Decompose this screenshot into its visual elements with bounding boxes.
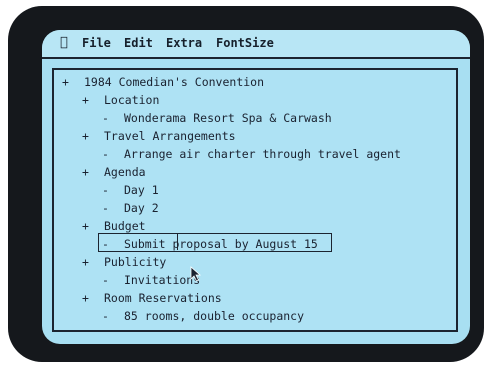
collapse-marker[interactable]: - — [102, 270, 124, 290]
outline-row-publicity[interactable]: + Publicity — [82, 252, 166, 272]
menu-fontsize[interactable]: FontSize — [216, 36, 274, 50]
menu-edit[interactable]: Edit — [124, 36, 153, 50]
outline-row-invitations[interactable]: - Invitations — [102, 270, 200, 290]
outline-row-text: Travel Arrangements — [104, 129, 236, 143]
menu-extra[interactable]: Extra — [166, 36, 202, 50]
outline-row-text: Wonderama Resort Spa & Carwash — [124, 111, 332, 125]
collapse-marker[interactable]: - — [102, 306, 124, 326]
text-edit-box[interactable] — [98, 233, 332, 252]
collapse-marker[interactable]: - — [102, 108, 124, 128]
outline-row-text: 85 rooms, double occupancy — [124, 309, 305, 323]
collapse-marker[interactable]: - — [102, 180, 124, 200]
outline-row-text: Publicity — [104, 255, 167, 269]
expand-marker[interactable]: + — [82, 90, 104, 110]
outline-row-text: Day 2 — [124, 201, 159, 215]
expand-marker[interactable]: + — [62, 72, 84, 92]
menu-file[interactable]: File — [82, 36, 111, 50]
outline-row-agenda[interactable]: + Agenda — [82, 162, 146, 182]
menu-bar:  File Edit Extra FontSize — [42, 30, 470, 59]
collapse-marker[interactable]: - — [102, 144, 124, 164]
outline-row-text: Budget — [104, 219, 146, 233]
expand-marker[interactable]: + — [82, 126, 104, 146]
outline-row-text: Day 1 — [124, 183, 159, 197]
outline-row-day-2[interactable]: - Day 2 — [102, 198, 159, 218]
computer-monitor:  File Edit Extra FontSize +1984 Comedia… — [0, 0, 492, 368]
collapse-marker[interactable]: - — [102, 198, 124, 218]
outline-row-text: Location — [104, 93, 160, 107]
outline-row-text: 1984 Comedian's Convention — [84, 75, 265, 89]
outline-row-text: Agenda — [104, 165, 146, 179]
expand-marker[interactable]: + — [82, 288, 104, 308]
mouse-pointer-icon — [190, 266, 202, 282]
screen:  File Edit Extra FontSize +1984 Comedia… — [42, 30, 470, 344]
expand-marker[interactable]: + — [82, 252, 104, 272]
outline-row-travel[interactable]: + Travel Arrangements — [82, 126, 236, 146]
outline-document: +1984 Comedian's Convention + Location -W… — [54, 70, 456, 330]
outline-row-location[interactable]: + Location — [82, 90, 159, 110]
outline-row-location-detail[interactable]: - Wonderama Resort Spa & Carwash — [102, 108, 332, 128]
monitor-bezel:  File Edit Extra FontSize +1984 Comedia… — [8, 6, 484, 362]
outline-row-rooms-detail[interactable]: -85 rooms, double occupancy — [102, 306, 304, 326]
expand-marker[interactable]: + — [82, 162, 104, 182]
outline-row-text: Invitations — [124, 273, 201, 287]
outline-window: +1984 Comedian's Convention + Location -W… — [52, 68, 458, 332]
apple-icon[interactable]:  — [60, 35, 68, 50]
outline-row-topic[interactable]: +1984 Comedian's Convention — [62, 72, 264, 92]
text-caret — [177, 234, 178, 250]
outline-row-text: Arrange air charter through travel agent — [124, 147, 401, 161]
outline-row-rooms[interactable]: + Room Reservations — [82, 288, 222, 308]
outline-row-text: Room Reservations — [104, 291, 222, 305]
outline-row-travel-detail[interactable]: - Arrange air charter through travel agen… — [102, 144, 401, 164]
outline-row-day-1[interactable]: - Day 1 — [102, 180, 159, 200]
